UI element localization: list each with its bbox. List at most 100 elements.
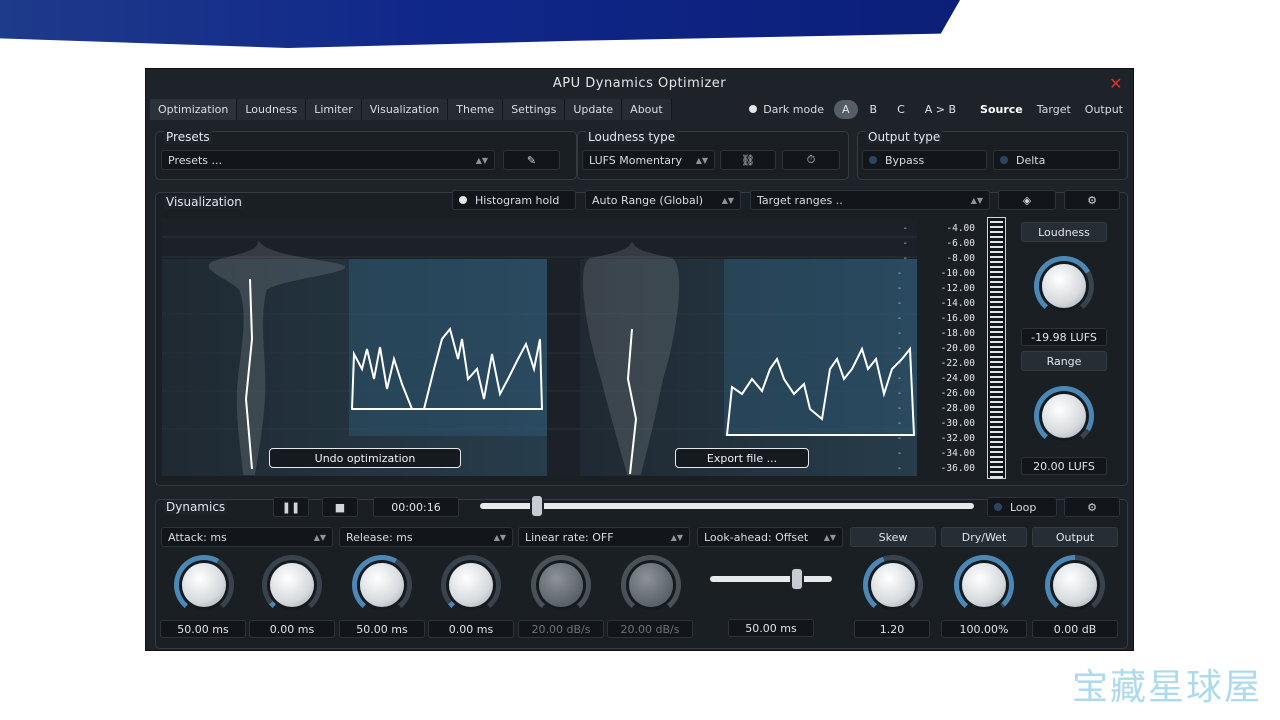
- linear-rate-down-value[interactable]: 20.00 dB/s: [607, 620, 693, 638]
- title-bar: APU Dynamics Optimizer ✕: [146, 69, 1133, 97]
- updown-icon: ▲▼: [313, 532, 326, 542]
- meter-segment: [990, 386, 1003, 388]
- reset-timer-button[interactable]: ⏱: [782, 150, 840, 170]
- linear-rate-up-knob[interactable]: [531, 555, 591, 615]
- menu-theme[interactable]: Theme: [448, 98, 504, 120]
- tab-source[interactable]: Source: [980, 103, 1023, 116]
- skew-value[interactable]: 1.20: [854, 620, 930, 638]
- menu-limiter[interactable]: Limiter: [306, 98, 362, 120]
- meter-segment: [990, 366, 1003, 368]
- dry-wet-value[interactable]: 100.00%: [941, 620, 1027, 638]
- dark-mode-toggle[interactable]: Dark mode: [749, 103, 824, 116]
- layers-button[interactable]: ◈: [998, 190, 1056, 210]
- meter-segment: [990, 381, 1003, 383]
- seek-handle[interactable]: [532, 496, 542, 516]
- delta-label: Delta: [1016, 153, 1046, 167]
- attack-dropdown[interactable]: Attack: ms ▲▼: [161, 527, 333, 547]
- range-knob[interactable]: [1034, 386, 1094, 446]
- slot-b-button[interactable]: B: [862, 100, 886, 119]
- histogram-hold-toggle[interactable]: Histogram hold: [452, 190, 576, 210]
- watermark: 宝藏星球屋: [1071, 667, 1262, 708]
- meter-segment: [990, 441, 1003, 443]
- meter-segment: [990, 251, 1003, 253]
- output-knob[interactable]: [1045, 555, 1105, 615]
- meter-segment: [990, 326, 1003, 328]
- loudness-value[interactable]: -19.98 LUFS: [1021, 328, 1107, 346]
- look-ahead-label: Look-ahead: Offset: [704, 530, 809, 544]
- menu-optimization[interactable]: Optimization: [150, 98, 238, 120]
- scale-tick: -6.00: [903, 238, 975, 249]
- slot-copy-button[interactable]: A > B: [917, 100, 964, 119]
- linear-rate-dropdown[interactable]: Linear rate: OFF ▲▼: [518, 527, 690, 547]
- meter-segment: [990, 476, 1003, 478]
- close-icon[interactable]: ✕: [1109, 74, 1123, 93]
- menu-update[interactable]: Update: [565, 98, 623, 120]
- output-label[interactable]: Output: [1032, 527, 1118, 547]
- dry-wet-knob[interactable]: [954, 555, 1014, 615]
- stop-button[interactable]: ■: [322, 497, 358, 517]
- loudness-label[interactable]: Loudness: [1021, 222, 1107, 242]
- tab-output[interactable]: Output: [1085, 103, 1123, 116]
- skew-label[interactable]: Skew: [850, 527, 936, 547]
- range-mode-dropdown[interactable]: Auto Range (Global) ▲▼: [585, 190, 741, 210]
- slot-a-button[interactable]: A: [833, 99, 858, 119]
- linear-rate-down-knob[interactable]: [621, 555, 681, 615]
- release-dropdown[interactable]: Release: ms ▲▼: [339, 527, 513, 547]
- menu-settings[interactable]: Settings: [503, 98, 566, 120]
- scale-tick: -16.00: [896, 313, 975, 324]
- look-ahead-handle[interactable]: [792, 569, 802, 589]
- range-mode-value: Auto Range (Global): [592, 193, 704, 207]
- viz-settings-button[interactable]: ⚙: [1064, 190, 1120, 210]
- skew-knob[interactable]: [863, 555, 923, 615]
- meter-segment: [990, 341, 1003, 343]
- meter-segment: [990, 426, 1003, 428]
- linear-rate-up-value[interactable]: 20.00 dB/s: [518, 620, 604, 638]
- loudness-type-dropdown[interactable]: LUFS Momentary ▲▼: [582, 150, 715, 170]
- attack-value[interactable]: 50.00 ms: [160, 620, 246, 638]
- attack-min-value[interactable]: 0.00 ms: [249, 620, 335, 638]
- loop-toggle[interactable]: Loop: [987, 497, 1057, 517]
- release-value[interactable]: 50.00 ms: [339, 620, 425, 638]
- pause-button[interactable]: ❚❚: [273, 497, 309, 517]
- target-ranges-dropdown[interactable]: Target ranges .. ▲▼: [750, 190, 990, 210]
- output-value[interactable]: 0.00 dB: [1032, 620, 1118, 638]
- bypass-option[interactable]: Bypass: [862, 150, 987, 170]
- slot-c-button[interactable]: C: [889, 100, 913, 119]
- meter-segment: [990, 446, 1003, 448]
- delta-option[interactable]: Delta: [993, 150, 1120, 170]
- unlink-button[interactable]: ⛓: [720, 150, 776, 170]
- attack-knob[interactable]: [174, 555, 234, 615]
- look-ahead-slider[interactable]: [710, 576, 832, 582]
- range-value[interactable]: 20.00 LUFS: [1021, 457, 1107, 475]
- meter-segment: [990, 411, 1003, 413]
- menu-about[interactable]: About: [622, 98, 672, 120]
- seek-bar[interactable]: [480, 503, 974, 509]
- toggle-dot-icon: [994, 503, 1002, 511]
- release-min-knob[interactable]: [441, 555, 501, 615]
- look-ahead-value[interactable]: 50.00 ms: [728, 619, 814, 637]
- release-knob[interactable]: [352, 555, 412, 615]
- tab-target[interactable]: Target: [1037, 103, 1071, 116]
- scale-tick: -28.00: [896, 403, 975, 414]
- scale-tick: -30.00: [896, 418, 975, 429]
- menu-visualization[interactable]: Visualization: [361, 98, 449, 120]
- histogram-canvas: [162, 236, 917, 476]
- presets-dropdown[interactable]: Presets ... ▲▼: [161, 150, 495, 170]
- dynamics-settings-button[interactable]: ⚙: [1064, 497, 1120, 517]
- meter-segment: [990, 351, 1003, 353]
- histogram-hold-label: Histogram hold: [475, 193, 560, 207]
- undo-optimization-button[interactable]: Undo optimization: [269, 448, 461, 468]
- attack-min-knob[interactable]: [262, 555, 322, 615]
- export-file-button[interactable]: Export file ...: [675, 448, 809, 468]
- loudness-knob[interactable]: [1034, 256, 1094, 316]
- view-tabs: Source Target Output: [980, 103, 1123, 116]
- menu-loudness[interactable]: Loudness: [237, 98, 307, 120]
- edit-preset-button[interactable]: ✎: [503, 150, 560, 170]
- dry-wet-label[interactable]: Dry/Wet: [941, 527, 1027, 547]
- release-min-value[interactable]: 0.00 ms: [428, 620, 514, 638]
- range-label[interactable]: Range: [1021, 351, 1107, 371]
- look-ahead-dropdown[interactable]: Look-ahead: Offset ▲▼: [697, 527, 843, 547]
- toggle-dot-icon: [459, 196, 467, 204]
- updown-icon: ▲▼: [475, 155, 488, 165]
- timer-icon: ⏱: [806, 153, 816, 166]
